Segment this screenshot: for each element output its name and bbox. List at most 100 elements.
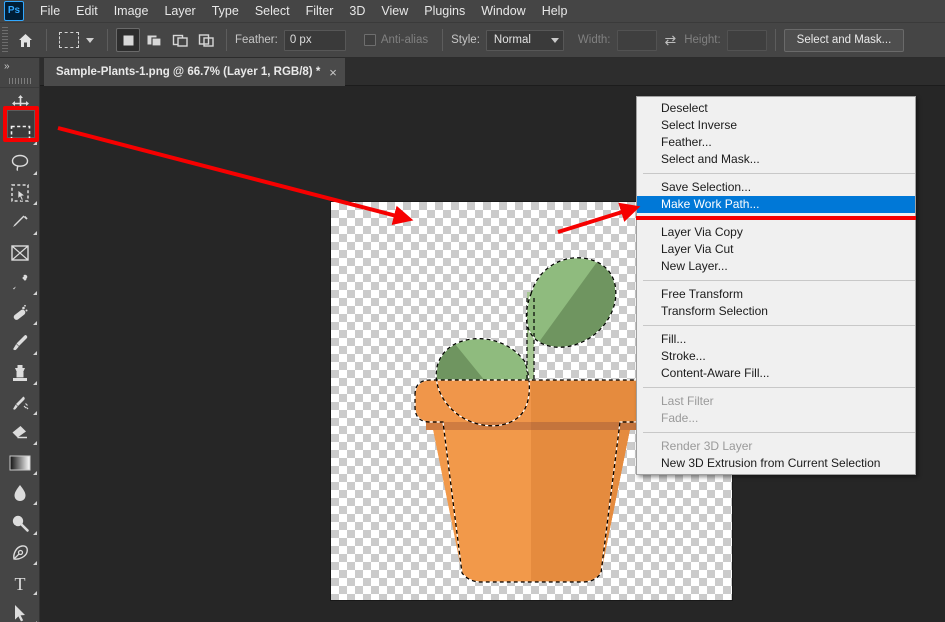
tool-flyout-indicator: [33, 171, 37, 175]
menu-layer[interactable]: Layer: [156, 2, 203, 21]
menu-3d[interactable]: 3D: [341, 2, 373, 21]
tool-object-selection[interactable]: [0, 178, 40, 208]
ctx-item-new-layer[interactable]: New Layer...: [637, 258, 915, 275]
leaf-upper: [526, 258, 616, 348]
subtract-from-selection-button[interactable]: [168, 28, 192, 52]
ctx-item-make-work-path[interactable]: Make Work Path...: [637, 196, 915, 213]
close-icon[interactable]: ×: [329, 66, 337, 79]
tool-flyout-indicator: [33, 141, 37, 145]
tool-flyout-indicator: [33, 351, 37, 355]
home-icon[interactable]: [12, 27, 38, 53]
swap-width-height-icon[interactable]: ⇄: [665, 32, 677, 49]
make-work-path-underline-annotation: [636, 216, 916, 220]
feather-input[interactable]: [284, 30, 346, 51]
width-input[interactable]: [617, 30, 657, 51]
menu-help[interactable]: Help: [534, 2, 576, 21]
tool-flyout-indicator: [33, 231, 37, 235]
ctx-separator: [643, 325, 915, 326]
height-label: Height:: [684, 34, 720, 46]
options-separator-2: [107, 29, 108, 51]
ctx-item-save-selection[interactable]: Save Selection...: [637, 179, 915, 196]
menu-type[interactable]: Type: [204, 2, 247, 21]
tool-flyout-indicator: [33, 411, 37, 415]
options-bar-grip[interactable]: [2, 27, 8, 53]
options-separator-5: [775, 29, 776, 51]
tool-rectangular-marquee[interactable]: [0, 118, 40, 148]
tool-path-selection[interactable]: [0, 598, 40, 622]
anti-alias-label: Anti-alias: [381, 34, 428, 46]
ctx-item-layer-via-copy[interactable]: Layer Via Copy: [637, 224, 915, 241]
add-to-selection-button[interactable]: [142, 28, 166, 52]
ctx-item-fill[interactable]: Fill...: [637, 331, 915, 348]
ctx-separator: [643, 432, 915, 433]
ctx-item-content-aware-fill[interactable]: Content-Aware Fill...: [637, 365, 915, 382]
height-input[interactable]: [727, 30, 767, 51]
tool-brush[interactable]: [0, 328, 40, 358]
document-tab-title: Sample-Plants-1.png @ 66.7% (Layer 1, RG…: [56, 66, 320, 78]
ctx-item-stroke[interactable]: Stroke...: [637, 348, 915, 365]
tools-panel: »: [0, 58, 40, 622]
menu-edit[interactable]: Edit: [68, 2, 106, 21]
tool-flyout-indicator: [33, 291, 37, 295]
tool-eyedropper[interactable]: [0, 268, 40, 298]
ctx-item-deselect[interactable]: Deselect: [637, 100, 915, 117]
ctx-separator: [643, 173, 915, 174]
intersect-with-selection-button[interactable]: [194, 28, 218, 52]
feather-label: Feather:: [235, 34, 278, 46]
style-select[interactable]: Normal: [486, 30, 564, 51]
tool-dodge[interactable]: [0, 508, 40, 538]
ctx-item-transform-selection[interactable]: Transform Selection: [637, 303, 915, 320]
tool-horizontal-type[interactable]: T: [0, 568, 40, 598]
anti-alias-checkbox[interactable]: [364, 34, 376, 46]
menu-file[interactable]: File: [32, 2, 68, 21]
menu-bar: Ps File Edit Image Layer Type Select Fil…: [0, 0, 945, 23]
ctx-item-select-and-mask[interactable]: Select and Mask...: [637, 151, 915, 168]
tool-preset-picker[interactable]: [55, 27, 99, 53]
ctx-item-new-3d-extrusion[interactable]: New 3D Extrusion from Current Selection: [637, 455, 915, 472]
style-select-value: Normal: [494, 34, 531, 46]
menu-plugins[interactable]: Plugins: [416, 2, 473, 21]
options-separator-3: [226, 29, 227, 51]
rectangular-marquee-icon: [59, 32, 79, 48]
tool-blur[interactable]: [0, 478, 40, 508]
photoshop-logo: Ps: [4, 1, 24, 21]
menu-select[interactable]: Select: [247, 2, 298, 21]
collapse-panel-button[interactable]: »: [0, 58, 39, 74]
select-and-mask-button[interactable]: Select and Mask...: [784, 29, 905, 52]
tool-crop[interactable]: [0, 208, 40, 238]
tool-lasso[interactable]: [0, 148, 40, 178]
svg-text:T: T: [15, 574, 26, 593]
ctx-item-select-inverse[interactable]: Select Inverse: [637, 117, 915, 134]
tools-panel-grip[interactable]: [0, 74, 39, 88]
tool-pen[interactable]: [0, 538, 40, 568]
ctx-item-layer-via-cut[interactable]: Layer Via Cut: [637, 241, 915, 258]
style-label: Style:: [451, 34, 480, 46]
tool-gradient[interactable]: [0, 448, 40, 478]
menu-window[interactable]: Window: [473, 2, 533, 21]
menu-filter[interactable]: Filter: [298, 2, 342, 21]
tool-flyout-indicator: [33, 531, 37, 535]
tool-eraser[interactable]: [0, 418, 40, 448]
ctx-separator: [643, 387, 915, 388]
chevron-down-icon[interactable]: [86, 38, 94, 43]
options-separator-1: [46, 29, 47, 51]
new-selection-button[interactable]: [116, 28, 140, 52]
ctx-item-last-filter: Last Filter: [637, 393, 915, 410]
tool-flyout-indicator: [33, 201, 37, 205]
menu-view[interactable]: View: [373, 2, 416, 21]
selection-mode-group: [116, 28, 218, 52]
chevron-down-icon: [551, 38, 559, 43]
tool-clone-stamp[interactable]: [0, 358, 40, 388]
tool-frame[interactable]: [0, 238, 40, 268]
tool-history-brush[interactable]: [0, 388, 40, 418]
document-tab[interactable]: Sample-Plants-1.png @ 66.7% (Layer 1, RG…: [44, 58, 345, 86]
ctx-item-feather[interactable]: Feather...: [637, 134, 915, 151]
tool-flyout-indicator: [33, 591, 37, 595]
tool-spot-healing-brush[interactable]: [0, 298, 40, 328]
options-separator-4: [442, 29, 443, 51]
tool-flyout-indicator: [33, 321, 37, 325]
tool-flyout-indicator: [33, 561, 37, 565]
ctx-item-free-transform[interactable]: Free Transform: [637, 286, 915, 303]
selection-context-menu[interactable]: Deselect Select Inverse Feather... Selec…: [636, 96, 916, 475]
menu-image[interactable]: Image: [106, 2, 157, 21]
